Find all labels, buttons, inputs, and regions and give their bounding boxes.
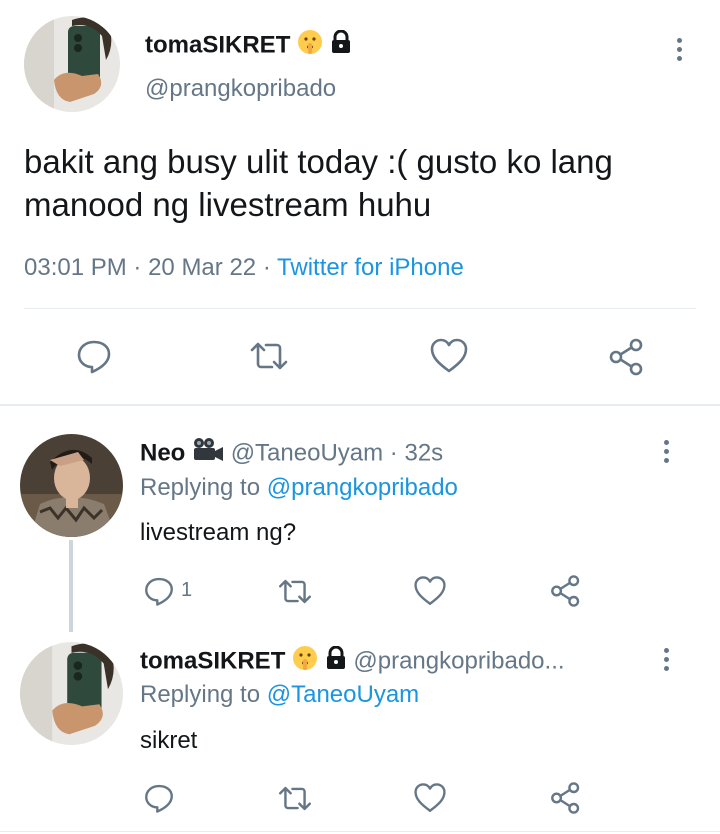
movie-camera-emoji	[192, 437, 224, 471]
tweet-date[interactable]: 20 Mar 22	[148, 254, 256, 281]
author-display-name[interactable]: tomaSIKRET	[145, 31, 290, 58]
like-icon[interactable]	[412, 574, 448, 608]
divider	[24, 308, 696, 309]
share-icon[interactable]	[548, 573, 584, 609]
thread-line	[69, 540, 73, 632]
meta-separator: ·	[133, 254, 142, 281]
reply-header: Neo @TaneoUyam · 32s	[140, 437, 443, 471]
shushing-face-emoji	[292, 645, 318, 679]
lock-icon	[330, 29, 352, 62]
reply-text: livestream ng?	[140, 519, 297, 546]
reply-handle[interactable]: @prangkopribado...	[353, 647, 564, 674]
lock-icon	[325, 645, 347, 678]
retweet-icon[interactable]	[275, 781, 315, 816]
more-icon[interactable]	[661, 648, 671, 671]
retweet-icon[interactable]	[275, 574, 315, 609]
shushing-face-emoji	[297, 29, 323, 63]
more-icon[interactable]	[661, 440, 671, 463]
reply-handle[interactable]: @TaneoUyam	[231, 439, 383, 466]
reply-icon[interactable]	[142, 781, 176, 815]
bottom-divider	[0, 831, 720, 832]
author-name-row: tomaSIKRET	[145, 29, 352, 63]
reply-age[interactable]: 32s	[404, 439, 443, 466]
reply-header: tomaSIKRET @prangkopribado...	[140, 645, 650, 679]
tweet-time[interactable]: 03:01 PM	[24, 254, 127, 281]
reply-author-name[interactable]: tomaSIKRET	[140, 647, 285, 674]
reply-icon[interactable]	[142, 574, 176, 608]
reply-text: sikret	[140, 727, 198, 754]
author-handle[interactable]: @prangkopribado	[145, 74, 336, 104]
reply-icon[interactable]	[74, 336, 114, 376]
meta-separator: ·	[389, 439, 398, 467]
share-icon[interactable]	[548, 780, 584, 816]
avatar-tomasikret[interactable]	[24, 16, 120, 112]
replying-to-label: Replying to	[140, 474, 261, 501]
tweet-text: bakit ang busy ulit today :( gusto ko la…	[24, 143, 613, 223]
reply-author-name[interactable]: Neo	[140, 439, 185, 466]
share-icon[interactable]	[606, 336, 648, 378]
more-icon[interactable]	[674, 38, 684, 61]
section-divider	[0, 404, 720, 406]
replying-to-handle[interactable]: @TaneoUyam	[267, 681, 419, 708]
avatar-neo[interactable]	[20, 434, 123, 537]
tweet-meta: 03:01 PM · 20 Mar 22 · Twitter for iPhon…	[24, 253, 464, 283]
tweet-source[interactable]: Twitter for iPhone	[277, 254, 464, 281]
replying-to-label: Replying to	[140, 681, 261, 708]
like-icon[interactable]	[412, 781, 448, 815]
retweet-icon[interactable]	[246, 336, 292, 376]
replying-to-handle[interactable]: @prangkopribado	[267, 474, 458, 501]
replying-to-line: Replying to @TaneoUyam	[140, 680, 419, 710]
reply-count: 1	[181, 579, 193, 601]
replying-to-line: Replying to @prangkopribado	[140, 473, 458, 503]
like-icon[interactable]	[428, 336, 470, 376]
avatar-tomasikret[interactable]	[20, 642, 123, 745]
meta-separator: ·	[262, 254, 271, 281]
